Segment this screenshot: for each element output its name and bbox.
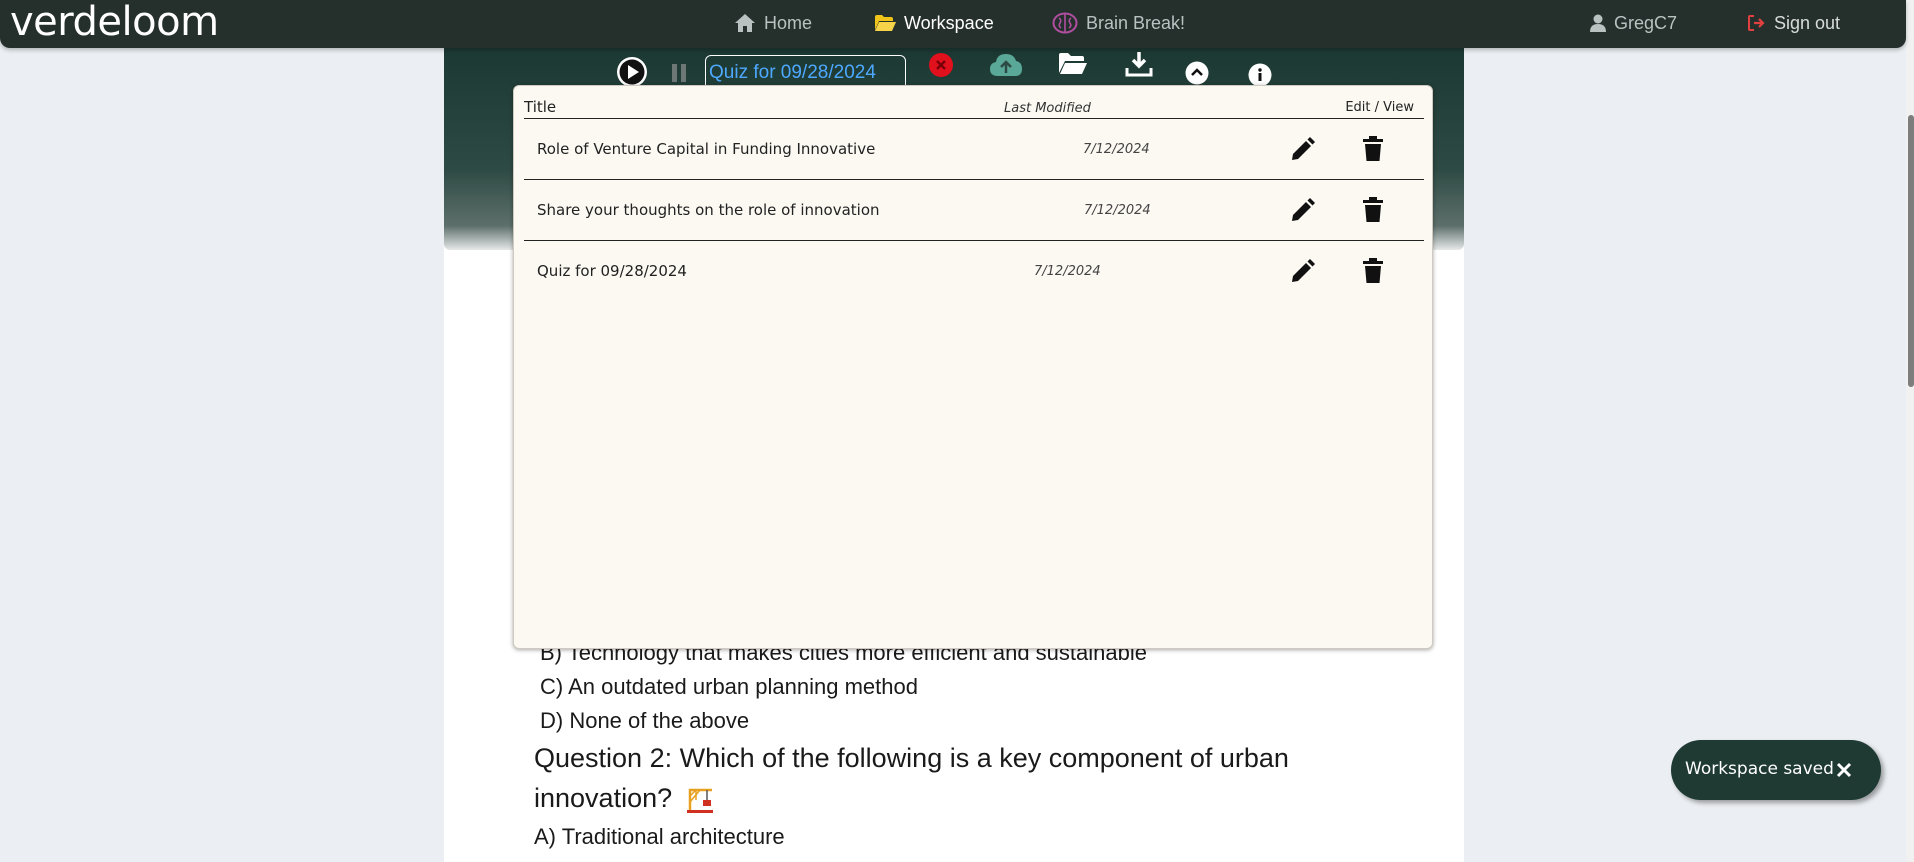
- nav-brain-break-label: Brain Break!: [1086, 12, 1186, 33]
- file-list-row[interactable]: Quiz for 09/28/2024 7/12/2024: [524, 241, 1424, 302]
- nav-home-link[interactable]: Home: [734, 12, 812, 34]
- download-icon[interactable]: [1125, 51, 1153, 77]
- sign-out-icon: [1748, 15, 1765, 31]
- nav-user-link[interactable]: GregC7: [1590, 12, 1677, 34]
- page-scrollbar-thumb[interactable]: [1908, 115, 1914, 387]
- column-edit-view: Edit / View: [1345, 100, 1414, 115]
- workspace-file-list: Title Last Modified Edit / View Role of …: [513, 85, 1433, 649]
- quiz-question-2-text: Question 2: Which of the following is a …: [534, 743, 1289, 813]
- close-circle-icon[interactable]: [928, 52, 954, 78]
- file-title[interactable]: Share your thoughts on the role of innov…: [537, 201, 880, 219]
- nav-workspace-link[interactable]: Workspace: [874, 12, 994, 34]
- folder-open-icon: [875, 15, 896, 31]
- file-list-header: Title Last Modified Edit / View: [524, 86, 1424, 119]
- workspace-saved-toast: Workspace saved: [1671, 740, 1881, 800]
- play-icon[interactable]: [616, 56, 648, 88]
- nav-brain-break-link[interactable]: Brain Break!: [1052, 12, 1185, 34]
- quiz-option-d: D) None of the above: [540, 708, 750, 733]
- chevron-up-icon[interactable]: [1185, 61, 1209, 85]
- folder-open-icon[interactable]: [1058, 52, 1088, 76]
- trash-icon[interactable]: [1362, 197, 1384, 223]
- user-icon: [1590, 14, 1606, 32]
- brand-logo[interactable]: verdeloom: [10, 0, 219, 44]
- file-title[interactable]: Quiz for 09/28/2024: [537, 262, 687, 280]
- quiz-option-c: C) An outdated urban planning method: [540, 674, 918, 699]
- toast-message: Workspace saved: [1685, 759, 1834, 779]
- home-icon: [735, 14, 755, 32]
- cloud-upload-icon[interactable]: [989, 52, 1023, 78]
- column-title: Title: [524, 98, 557, 116]
- file-date: 7/12/2024: [1083, 142, 1150, 157]
- top-navbar: verdeloom Home Workspace Brain Break! Gr…: [0, 0, 1906, 48]
- file-date: 7/12/2024: [1084, 203, 1151, 218]
- quiz-q2-option-a: A) Traditional architecture: [534, 824, 785, 849]
- nav-home-label: Home: [764, 12, 813, 33]
- file-list-row[interactable]: Share your thoughts on the role of innov…: [524, 180, 1424, 241]
- close-icon[interactable]: [1836, 762, 1852, 778]
- info-icon[interactable]: [1248, 63, 1272, 87]
- quiz-question-2: Question 2: Which of the following is a …: [534, 738, 1314, 818]
- nav-workspace-label: Workspace: [904, 12, 994, 33]
- pencil-icon[interactable]: [1289, 259, 1315, 285]
- brain-icon: [1052, 12, 1078, 34]
- nav-sign-out-link[interactable]: Sign out: [1748, 12, 1840, 34]
- nav-user-label: GregC7: [1614, 12, 1678, 33]
- construction-crane-icon: [686, 788, 713, 813]
- trash-icon[interactable]: [1362, 136, 1384, 162]
- trash-icon[interactable]: [1362, 258, 1384, 284]
- file-list-row[interactable]: Role of Venture Capital in Funding Innov…: [524, 119, 1424, 180]
- file-title[interactable]: Role of Venture Capital in Funding Innov…: [537, 140, 875, 158]
- pencil-icon[interactable]: [1289, 198, 1315, 224]
- file-date: 7/12/2024: [1034, 264, 1101, 279]
- pause-icon[interactable]: [671, 63, 687, 83]
- column-last-modified: Last Modified: [1004, 101, 1091, 116]
- nav-sign-out-label: Sign out: [1774, 12, 1841, 33]
- pencil-icon[interactable]: [1289, 137, 1315, 163]
